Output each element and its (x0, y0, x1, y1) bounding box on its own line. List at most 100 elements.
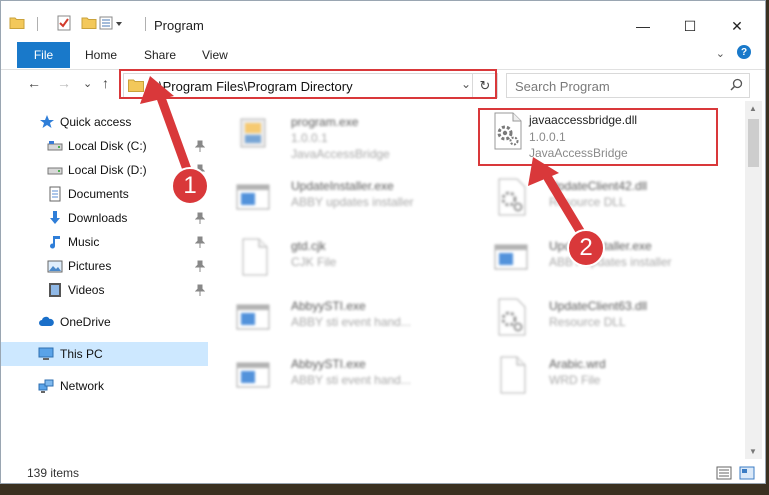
maximize-button[interactable]: ☐ (668, 11, 712, 41)
up-button[interactable]: ↑ (102, 75, 109, 91)
file-version: 1.0.0.1 (291, 131, 328, 145)
file-description: ABBY sti event hand... (291, 315, 411, 329)
minimize-icon: — (636, 18, 650, 34)
sidebar-item-network[interactable]: Network (1, 374, 208, 398)
customize-toolbar-icon[interactable] (99, 15, 125, 31)
network-icon (38, 379, 54, 393)
search-input[interactable]: Search Program (515, 79, 610, 94)
dll-gear-icon (498, 178, 526, 216)
refresh-button[interactable]: ↻ (472, 74, 497, 97)
help-icon[interactable]: ? (737, 45, 751, 59)
navigation-bar: ← → ⌄ ↑ C:\Program Files\Program Directo… (1, 69, 765, 101)
sidebar-item-label: Quick access (60, 115, 132, 129)
sidebar-item-this-pc[interactable]: This PC (1, 342, 208, 366)
file-item[interactable]: UpdateInstaller.exe ABBY updates install… (223, 167, 463, 227)
file-item[interactable]: Arabic.wrd WRD File (481, 345, 721, 405)
sidebar-item-label: OneDrive (60, 315, 111, 329)
sidebar-item-label: This PC (60, 347, 103, 361)
large-icons-view-icon[interactable] (739, 465, 755, 481)
sidebar-item-label: Videos (68, 283, 105, 297)
scroll-up-icon[interactable]: ▲ (749, 104, 757, 113)
file-name: Arabic.wrd (549, 357, 606, 371)
new-folder-icon[interactable] (81, 15, 97, 31)
search-box[interactable]: Search Program (506, 73, 750, 98)
download-icon (50, 211, 60, 224)
dll-gear-icon (494, 112, 522, 150)
file-item[interactable]: AbbyySTI.exe ABBY sti event hand... (223, 287, 463, 347)
pin-icon[interactable] (195, 236, 205, 248)
file-description: JavaAccessBridge (291, 147, 390, 161)
tab-home[interactable]: Home (85, 48, 117, 62)
pin-icon[interactable] (195, 284, 205, 296)
file-item[interactable]: UpdateClient42.dll Resource DLL (481, 167, 721, 227)
sidebar-item-music[interactable]: Music (1, 230, 208, 254)
scroll-down-icon[interactable]: ▼ (749, 447, 757, 456)
minimize-button[interactable]: — (621, 11, 665, 41)
file-name: UpdateClient42.dll (549, 179, 648, 193)
file-item[interactable]: program.exe 1.0.0.1 JavaAccessBridge (223, 103, 463, 163)
file-version: 1.0.0.1 (529, 130, 566, 144)
file-name: gtd.cjk (291, 239, 326, 253)
close-button[interactable]: ✕ (715, 11, 759, 41)
search-icon[interactable] (730, 78, 743, 91)
tab-view[interactable]: View (202, 48, 228, 62)
annotation-badge-1: 1 (171, 167, 209, 205)
title-bar: Program — ☐ ✕ (1, 1, 765, 41)
address-bar[interactable]: C:\Program Files\Program Directory ⌄ ↻ (123, 73, 498, 98)
pictures-icon (47, 260, 63, 273)
blank-file-icon (500, 356, 526, 394)
item-count: 139 items (27, 466, 80, 480)
file-name: AbbyySTI.exe (291, 299, 366, 313)
sidebar-item-onedrive[interactable]: OneDrive (1, 310, 208, 334)
vertical-scrollbar[interactable]: ▲ ▼ (745, 101, 762, 459)
file-description: JavaAccessBridge (529, 146, 628, 160)
sidebar-item-quick-access[interactable]: Quick access (1, 110, 208, 134)
file-item[interactable]: UpdateClient63.dll Resource DLL (481, 287, 721, 347)
details-view-icon[interactable] (716, 465, 732, 481)
music-icon (50, 236, 60, 249)
drive-icon (47, 141, 63, 151)
maximize-icon: ☐ (683, 17, 697, 34)
file-item-javaaccessbridge[interactable]: javaaccessbridge.dll 1.0.0.1 JavaAccessB… (481, 103, 721, 163)
videos-icon (49, 283, 61, 297)
toolbar-divider (37, 17, 38, 31)
pin-icon[interactable] (195, 212, 205, 224)
window-title: Program (154, 18, 204, 33)
drive-icon (47, 167, 63, 175)
properties-check-icon[interactable] (56, 15, 72, 31)
pin-icon[interactable] (195, 260, 205, 272)
back-button[interactable]: ← (27, 75, 41, 91)
expand-ribbon-icon[interactable]: ⌄ (716, 47, 725, 60)
file-description: ABBY updates installer (291, 195, 414, 209)
scrollbar-thumb[interactable] (748, 119, 759, 167)
sidebar-item-videos[interactable]: Videos (1, 278, 208, 302)
forward-button[interactable]: → (57, 75, 71, 91)
file-name: program.exe (291, 115, 359, 129)
navigation-pane: Quick access Local Disk (C:) Local Disk … (1, 101, 210, 461)
file-name: javaaccessbridge.dll (529, 113, 638, 127)
pin-icon[interactable] (195, 140, 205, 152)
folder-icon (128, 79, 144, 92)
refresh-icon: ↻ (479, 77, 491, 93)
file-item[interactable]: gtd.cjk CJK File (223, 227, 463, 287)
annotation-badge-2: 2 (567, 229, 605, 267)
file-name: AbbyySTI.exe (291, 357, 366, 371)
computer-icon (38, 347, 54, 360)
close-icon: ✕ (731, 17, 743, 34)
sidebar-item-local-disk-c[interactable]: Local Disk (C:) (1, 134, 208, 158)
file-item[interactable]: AbbyySTI.exe ABBY sti event hand... (223, 345, 463, 405)
sidebar-item-pictures[interactable]: Pictures (1, 254, 208, 278)
recent-locations-button[interactable]: ⌄ (83, 77, 92, 90)
file-list: program.exe 1.0.0.1 JavaAccessBridge jav… (223, 101, 743, 461)
installer-icon (240, 118, 266, 148)
sidebar-item-downloads[interactable]: Downloads (1, 206, 208, 230)
address-dropdown-icon[interactable]: ⌄ (461, 77, 471, 91)
explorer-window: Program — ☐ ✕ File Home Share View ⌄ ? ←… (0, 0, 766, 484)
tab-share[interactable]: Share (144, 48, 176, 62)
file-tab[interactable]: File (17, 42, 70, 68)
star-icon (40, 115, 54, 128)
sidebar-item-label: Documents (68, 187, 129, 201)
folder-icon[interactable] (9, 15, 25, 31)
window-app-icon (494, 244, 528, 270)
ribbon-tabs: File Home Share View ⌄ ? (1, 41, 765, 70)
